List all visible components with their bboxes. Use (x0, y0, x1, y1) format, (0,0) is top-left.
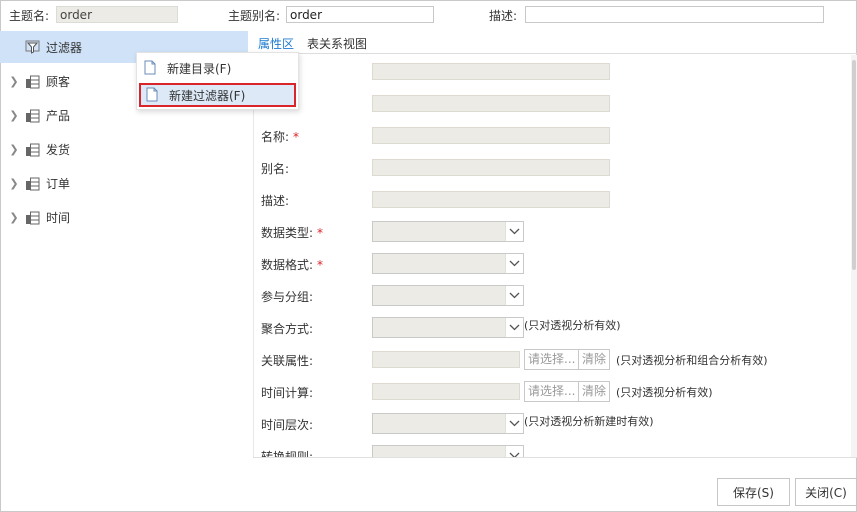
aggregate-note: (只对透视分析有效) (524, 319, 621, 332)
tree-item-label: 时间 (46, 210, 71, 225)
readonly-field (372, 63, 610, 80)
tree-item-label: 发货 (46, 142, 71, 157)
chevron-right-icon[interactable]: ❯ (9, 177, 19, 190)
relation-field (372, 351, 520, 368)
alias-label: 别名: (261, 162, 290, 176)
menu-item-label: 新建目录(F) (167, 61, 232, 76)
time-calc-clear-button[interactable]: 清除 (578, 381, 611, 402)
data-type-label: 数据类型: (261, 226, 314, 240)
tab-properties[interactable]: 属性区 (258, 35, 294, 52)
row-aggregate: 聚合方式: (只对透视分析有效) (254, 317, 853, 339)
data-format-select[interactable] (372, 253, 524, 274)
chevron-down-icon[interactable] (505, 446, 523, 457)
chevron-down-icon[interactable] (505, 254, 523, 273)
relation-clear-button[interactable]: 清除 (578, 349, 611, 370)
row-name: 名称: * (254, 125, 853, 147)
time-level-note: (只对透视分析新建时有效) (524, 415, 654, 428)
subject-header: 主题名: 主题别名: 描述: (0, 0, 857, 30)
row-convert-rule: 转换规则: (254, 445, 853, 457)
row-relation: 关联属性: 请选择... 清除 (只对透视分析和组合分析有效) (254, 349, 853, 371)
required-mark: * (293, 130, 300, 144)
convert-rule-select[interactable] (372, 445, 524, 457)
tree-item-label: 顾客 (46, 74, 71, 89)
desc-field[interactable] (372, 191, 610, 208)
table-folder-icon (24, 209, 40, 225)
time-calc-field (372, 383, 520, 400)
readonly-field (372, 95, 610, 112)
time-calc-note: (只对透视分析有效) (616, 386, 713, 399)
chevron-down-icon[interactable] (505, 286, 523, 305)
relation-note: (只对透视分析和组合分析有效) (616, 354, 768, 367)
alias-field[interactable] (372, 159, 610, 176)
row-alias: 别名: (254, 157, 853, 179)
menu-item-new-filter[interactable]: 新建过滤器(F) (139, 83, 296, 107)
tree-item-order[interactable]: ❯ 订单 (0, 167, 248, 199)
file-icon (144, 60, 158, 76)
required-mark: * (317, 258, 324, 272)
subject-desc-label: 描述: (489, 9, 518, 23)
form-scrollbar-thumb[interactable] (852, 60, 856, 270)
relation-select-button[interactable]: 请选择... (524, 349, 580, 370)
tab-table-relations[interactable]: 表关系视图 (307, 35, 367, 52)
row-time-level: 时间层次: (只对透视分析新建时有效) (254, 413, 853, 435)
row-unlabeled-2 (254, 93, 853, 115)
time-calc-label: 时间计算: (261, 386, 314, 400)
menu-item-label: 新建过滤器(F) (169, 88, 246, 103)
chevron-down-icon[interactable] (505, 414, 523, 433)
name-field[interactable] (372, 127, 610, 144)
table-folder-icon (24, 73, 40, 89)
data-type-select[interactable] (372, 221, 524, 242)
desc-label: 描述: (261, 194, 290, 208)
table-folder-icon (24, 175, 40, 191)
context-menu: 新建目录(F) 新建过滤器(F) (136, 52, 299, 110)
save-button[interactable]: 保存(S) (717, 478, 790, 506)
group-label: 参与分组: (261, 290, 314, 304)
row-desc: 描述: (254, 189, 853, 211)
row-data-type: 数据类型: * (254, 221, 853, 243)
chevron-right-icon[interactable]: ❯ (9, 75, 19, 88)
tree-item-time[interactable]: ❯ 时间 (0, 201, 248, 233)
tab-bar: 属性区 表关系视图 (253, 30, 857, 54)
table-folder-icon (24, 141, 40, 157)
name-label: 名称: (261, 130, 290, 144)
subject-alias-input[interactable] (286, 6, 434, 23)
data-format-label: 数据格式: (261, 258, 314, 272)
chevron-down-icon[interactable] (505, 318, 523, 337)
table-folder-icon (24, 107, 40, 123)
chevron-right-icon[interactable]: ❯ (9, 143, 19, 156)
row-time-calc: 时间计算: 请选择... 清除 (只对透视分析有效) (254, 381, 853, 403)
close-button[interactable]: 关闭(C) (795, 478, 857, 506)
group-select[interactable] (372, 285, 524, 306)
tree-item-label: 订单 (46, 176, 71, 191)
file-icon (146, 87, 160, 103)
time-level-select[interactable] (372, 413, 524, 434)
required-mark: * (317, 226, 324, 240)
tree-item-shipping[interactable]: ❯ 发货 (0, 133, 248, 165)
menu-item-new-folder[interactable]: 新建目录(F) (139, 56, 296, 80)
time-level-label: 时间层次: (261, 418, 314, 432)
row-group: 参与分组: (254, 285, 853, 307)
subject-desc-input[interactable] (525, 6, 824, 23)
subject-alias-label: 主题别名: (228, 9, 281, 23)
tree-item-label: 产品 (46, 108, 71, 123)
chevron-right-icon[interactable]: ❯ (9, 109, 19, 122)
convert-rule-label: 转换规则: (261, 450, 314, 457)
filter-icon (24, 39, 40, 55)
time-calc-select-button[interactable]: 请选择... (524, 381, 580, 402)
relation-label: 关联属性: (261, 354, 314, 368)
tree-item-label: 过滤器 (46, 40, 83, 55)
chevron-down-icon[interactable] (505, 222, 523, 241)
subject-name-label: 主题名: (9, 9, 50, 23)
subject-name-input[interactable] (56, 6, 178, 23)
aggregate-label: 聚合方式: (261, 322, 314, 336)
aggregate-select[interactable] (372, 317, 524, 338)
row-unlabeled-1 (254, 61, 853, 83)
row-data-format: 数据格式: * (254, 253, 853, 275)
property-form: 名称: * 别名: 描述: 数据类型: * 数据格式: * 参与分组: 聚合方式: (… (253, 55, 853, 457)
chevron-right-icon[interactable]: ❯ (9, 211, 19, 224)
